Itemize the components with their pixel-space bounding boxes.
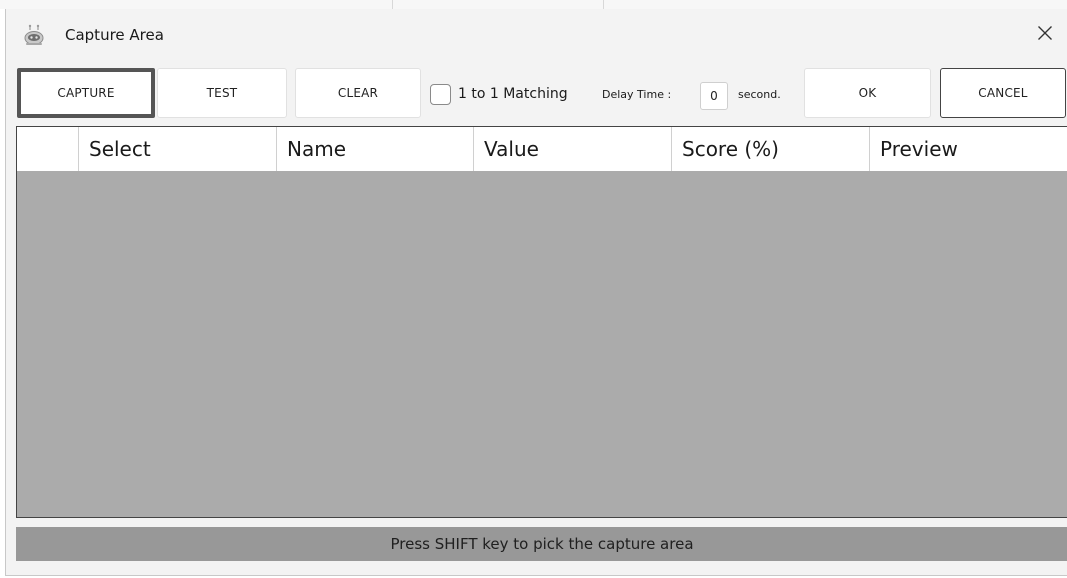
clear-button[interactable]: CLEAR [295,68,421,118]
delay-time-label: Delay Time : [602,88,672,101]
column-header-select[interactable]: Select [79,127,277,171]
robot-icon [23,24,45,46]
cancel-button[interactable]: CANCEL [940,68,1066,118]
close-icon [1037,25,1053,45]
column-header-row-selector[interactable] [17,127,79,171]
column-header-preview[interactable]: Preview [870,127,1067,171]
title-bar[interactable]: Capture Area [6,9,1067,59]
one-to-one-matching-label[interactable]: 1 to 1 Matching [458,86,600,102]
grid-header: Select Name Value Score (%) Preview [17,127,1067,171]
column-header-name[interactable]: Name [277,127,474,171]
one-to-one-matching-checkbox[interactable] [430,84,451,105]
background-divider [603,0,604,9]
capture-results-grid[interactable]: Select Name Value Score (%) Preview [16,126,1067,518]
grid-empty-area[interactable] [17,171,1067,517]
toolbar: CAPTURE TEST CLEAR 1 to 1 Matching Delay… [6,59,1067,125]
window-title: Capture Area [65,26,164,44]
capture-area-dialog: Capture Area CAPTURE TEST CLEAR 1 to 1 M… [5,9,1067,576]
column-header-score[interactable]: Score (%) [672,127,870,171]
status-bar: Press SHIFT key to pick the capture area [16,527,1067,561]
second-unit-label: second. [738,88,781,101]
background-window-edge [0,0,1067,9]
ok-button[interactable]: OK [804,68,931,118]
column-header-value[interactable]: Value [474,127,672,171]
close-button[interactable] [1023,17,1067,53]
capture-button[interactable]: CAPTURE [17,68,155,118]
test-button[interactable]: TEST [157,68,287,118]
background-divider [392,0,393,9]
delay-time-input[interactable] [700,82,728,110]
